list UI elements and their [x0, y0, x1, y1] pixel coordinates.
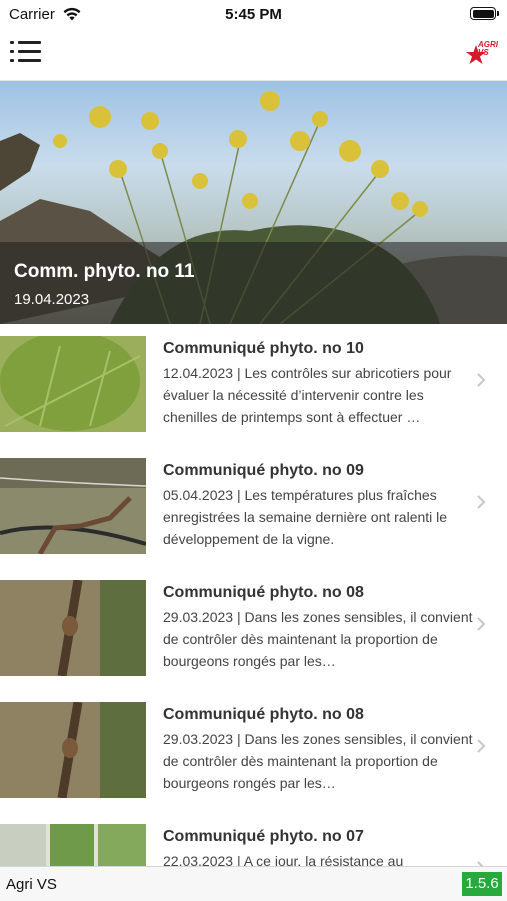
list-item[interactable]: Communiqué phyto. no 10 12.04.2023 | Les…: [0, 324, 507, 447]
thumbnail-bud: [0, 702, 146, 798]
status-bar: Carrier 5:45 PM: [0, 0, 507, 30]
item-excerpt: 22.03.2023 | A ce jour, la résistance au: [163, 853, 404, 866]
item-excerpt: 12.04.2023 | Les contrôles sur abricotie…: [163, 365, 452, 425]
thumbnail-leaf: [0, 336, 146, 432]
item-title: Communiqué phyto. no 08: [163, 584, 364, 601]
app-name: Agri VS: [6, 876, 57, 893]
hero-caption-overlay: [0, 242, 507, 324]
item-title: Communiqué phyto. no 10: [163, 340, 364, 357]
nav-bar: AGRI VS: [0, 30, 507, 81]
chevron-right-icon: [477, 495, 486, 509]
list-item[interactable]: Communiqué phyto. no 08 29.03.2023 | Dan…: [0, 568, 507, 691]
chevron-right-icon: [477, 739, 486, 753]
chevron-right-icon: [477, 617, 486, 631]
item-title: Communiqué phyto. no 08: [163, 706, 364, 723]
clock: 5:45 PM: [225, 6, 282, 23]
item-title: Communiqué phyto. no 07: [163, 828, 364, 845]
thumbnail-vine: [0, 458, 146, 554]
chevron-right-icon: [477, 373, 486, 387]
item-title: Communiqué phyto. no 09: [163, 462, 364, 479]
list-item[interactable]: Communiqué phyto. no 08 29.03.2023 | Dan…: [0, 690, 507, 813]
news-list: Communiqué phyto. no 10 12.04.2023 | Les…: [0, 324, 507, 866]
thumbnail-bud: [0, 580, 146, 676]
agri-vs-logo[interactable]: AGRI VS: [466, 39, 500, 69]
item-excerpt: 05.04.2023 | Les températures plus fraîc…: [163, 487, 448, 547]
list-item[interactable]: Communiqué phyto. no 09 05.04.2023 | Les…: [0, 446, 507, 569]
logo-text: AGRI VS: [478, 40, 498, 57]
thumbnail-plants: [0, 824, 146, 866]
hamburger-menu-icon[interactable]: [10, 39, 42, 65]
item-excerpt: 29.03.2023 | Dans les zones sensibles, i…: [163, 731, 473, 791]
featured-article[interactable]: Comm. phyto. no 11 19.04.2023: [0, 81, 507, 324]
hero-date: 19.04.2023: [14, 291, 90, 308]
footer-bar: Agri VS 1.5.6: [0, 866, 507, 901]
item-excerpt: 29.03.2023 | Dans les zones sensibles, i…: [163, 609, 473, 669]
battery-icon: [470, 7, 499, 20]
version-badge: 1.5.6: [462, 872, 502, 896]
hero-title: Comm. phyto. no 11: [14, 261, 195, 282]
list-item[interactable]: Communiqué phyto. no 07 22.03.2023 | A c…: [0, 812, 507, 866]
